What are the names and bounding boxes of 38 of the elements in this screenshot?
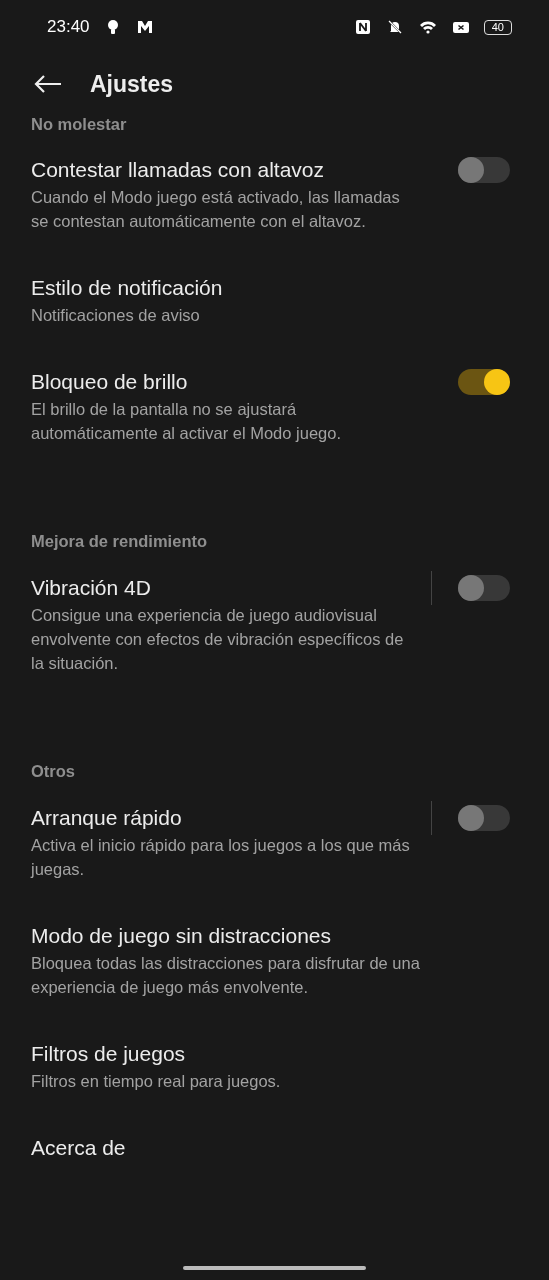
toggle-switch[interactable]	[458, 805, 510, 831]
battery-level: 40	[483, 19, 512, 35]
settings-item[interactable]: Bloqueo de brillo El brillo de la pantalla no se ajustará automáticamente al activar el Modo juego.	[0, 347, 549, 465]
settings-item[interactable]: Estilo de notificación Notificaciones de aviso	[0, 253, 549, 347]
setting-title: Arranque rápido	[31, 805, 183, 831]
setting-description: Bloquea todas las distracciones para disfrutar de una experiencia de juego más envolvente.	[31, 953, 421, 998]
back-arrow-icon	[34, 74, 62, 94]
page-title: Ajustes	[90, 70, 174, 98]
back-button[interactable]	[34, 74, 62, 94]
settings-item[interactable]: Filtros de juegos Filtros en tiempo real para juegos.	[0, 1019, 549, 1113]
settings-item[interactable]: Modo de juego sin distracciones Bloquea todas las distracciones para disfrutar de una experiencia de juego más envolvente.	[0, 901, 549, 1019]
section-header: No molestar	[30, 114, 128, 135]
setting-title: Vibración 4D	[31, 575, 152, 601]
settings-item[interactable]: Vibración 4D Consigue una experiencia de juego audiovisual envolvente con efectos de vibración específicos de la situación.	[0, 553, 549, 695]
toggle-switch[interactable]	[458, 369, 510, 395]
setting-title: Contestar llamadas con altavoz	[31, 157, 325, 183]
muted-bell-icon	[385, 18, 404, 36]
setting-title: Acerca de	[31, 1135, 127, 1161]
section-header: Otros	[30, 761, 76, 782]
setting-description: Filtros en tiempo real para juegos.	[31, 1071, 282, 1092]
section-header: Mejora de rendimiento	[30, 531, 209, 552]
setting-description: El brillo de la pantalla no se ajustará automáticamente al activar el Modo juego.	[31, 399, 342, 444]
settings-item[interactable]: Arranque rápido Activa el inicio rápido para los juegos a los que más juegas.	[0, 783, 549, 901]
nfc-icon	[353, 18, 372, 36]
status-time: 23:40	[47, 17, 90, 37]
toggle-switch[interactable]	[458, 157, 510, 183]
setting-description: Consigue una experiencia de juego audiovisual envolvente con efectos de vibración específicos de la situación.	[31, 605, 405, 674]
setting-title: Estilo de notificación	[31, 275, 224, 301]
setting-title: Filtros de juegos	[31, 1041, 187, 1067]
setting-description: Cuando el Modo juego está activado, las llamadas se contestan automáticamente con el altavoz.	[31, 187, 401, 232]
setting-description: Activa el inicio rápido para los juegos a los que más juegas.	[31, 835, 411, 880]
settings-item[interactable]: Contestar llamadas con altavoz Cuando el Modo juego está activado, las llamadas se contestan automáticamente con el altavoz.	[0, 135, 549, 253]
m-logo-icon	[135, 18, 154, 36]
toggle-switch[interactable]	[458, 575, 510, 601]
setting-title: Modo de juego sin distracciones	[31, 923, 332, 949]
setting-description: Notificaciones de aviso	[31, 305, 201, 326]
setting-title: Bloqueo de brillo	[31, 369, 189, 395]
settings-item[interactable]: Acerca de	[0, 1113, 549, 1183]
